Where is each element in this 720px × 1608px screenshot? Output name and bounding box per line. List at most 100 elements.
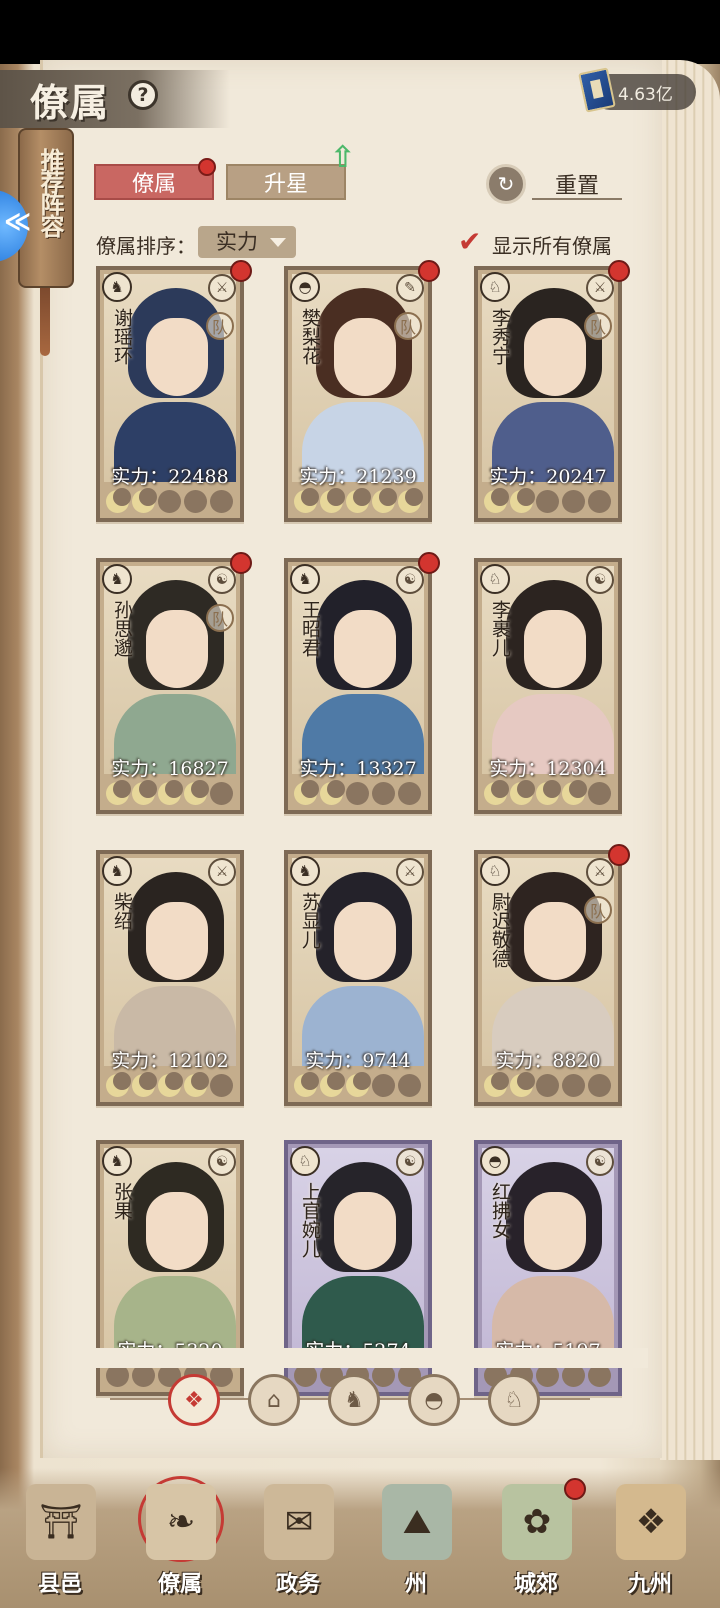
nav-item-2[interactable]: ❧ 僚属 xyxy=(130,1474,230,1604)
moon-empty-icon xyxy=(588,782,611,805)
power-value: 实力：12102 xyxy=(111,1050,229,1072)
map-scroll-icon: ❖ xyxy=(616,1484,686,1560)
subordinate-card[interactable]: 樊梨花 ◓ ✎ 队实力：21239 xyxy=(284,260,440,522)
tab-star-up[interactable]: 升星 xyxy=(226,164,346,200)
moon-empty-icon xyxy=(210,490,233,513)
star-rating xyxy=(484,488,614,514)
nav-label: 城郊 xyxy=(513,1571,558,1597)
portrait xyxy=(482,1148,614,1356)
moon-filled-icon xyxy=(132,780,157,805)
reset-button[interactable]: 重置 xyxy=(532,168,622,200)
skill-icon: ⚔ xyxy=(396,858,424,886)
county-gate-icon: ⛩ xyxy=(26,1484,96,1560)
team-badge: 队 xyxy=(394,312,422,340)
portrait-face xyxy=(146,1192,208,1270)
star-rating xyxy=(294,780,424,806)
portrait xyxy=(292,858,424,1066)
subordinate-name: 张果 xyxy=(111,1182,133,1220)
moon-empty-icon xyxy=(184,490,207,513)
portrait xyxy=(104,274,236,482)
category-icon: ♘ xyxy=(480,856,510,886)
subordinate-card[interactable]: 王昭君 ♞ ☯ 实力：13327 xyxy=(284,552,440,814)
moon-empty-icon xyxy=(210,782,233,805)
filter-monkey-icon[interactable]: ♞ xyxy=(328,1374,380,1426)
power-value: 实力：12304 xyxy=(489,758,607,780)
nav-item-1[interactable]: ⛩ 县邑 xyxy=(10,1474,110,1604)
moon-empty-icon xyxy=(210,1074,233,1097)
nav-item-3[interactable]: ✉ 政务 xyxy=(248,1474,348,1604)
subordinate-card[interactable]: 尉迟敬德 ♘ ⚔ 队实力：8820 xyxy=(474,844,630,1106)
subordinate-card[interactable]: 李裹儿 ♘ ☯ 实力：12304 xyxy=(474,558,622,814)
subordinate-card[interactable]: 李秀宁 ♘ ⚔ 队实力：20247 xyxy=(474,260,630,522)
scroll-portraits-icon: ❧ xyxy=(146,1484,216,1560)
category-icon: ◓ xyxy=(290,272,320,302)
skill-icon: ☯ xyxy=(586,566,614,594)
category-icon: ♘ xyxy=(290,1146,320,1176)
nav-item-4[interactable]: ⛰ 州 xyxy=(366,1474,466,1604)
category-icon: ♞ xyxy=(102,272,132,302)
star-rating xyxy=(484,1072,614,1098)
notification-dot xyxy=(608,260,630,282)
portrait-face xyxy=(334,902,396,980)
team-badge: 队 xyxy=(206,604,234,632)
nav-label: 州 xyxy=(404,1571,427,1597)
portrait xyxy=(104,1148,236,1356)
category-icon: ◓ xyxy=(480,1146,510,1176)
subordinate-name: 谢瑶环 xyxy=(111,308,133,365)
subordinate-name: 红拂女 xyxy=(489,1182,511,1239)
nav-item-5[interactable]: ✿ 城郊 xyxy=(486,1474,586,1604)
moon-filled-icon xyxy=(320,1072,345,1097)
power-value: 实力：16827 xyxy=(111,758,229,780)
subordinate-card[interactable]: 柴绍 ♞ ⚔ 实力：12102 xyxy=(96,850,244,1106)
show-all-checkbox[interactable]: ✔ xyxy=(458,228,488,256)
subordinate-card[interactable]: 孙思邈 ♞ ☯ 队实力：16827 xyxy=(96,552,252,814)
filter-fan-icon[interactable]: ◓ xyxy=(408,1374,460,1426)
team-badge: 队 xyxy=(584,312,612,340)
moon-empty-icon xyxy=(158,490,181,513)
notification-dot xyxy=(230,552,252,574)
filter-horse-icon[interactable]: ♘ xyxy=(488,1374,540,1426)
reset-icon[interactable]: ↻ xyxy=(486,164,526,204)
subordinate-card[interactable]: 苏显儿 ♞ ⚔ 实力：9744 xyxy=(284,850,432,1106)
moon-empty-icon xyxy=(372,782,395,805)
moon-empty-icon xyxy=(536,1074,559,1097)
team-badge: 队 xyxy=(206,312,234,340)
nav-item-6[interactable]: ❖ 九州 xyxy=(600,1474,700,1604)
moon-empty-icon xyxy=(536,490,559,513)
subordinate-name: 苏显儿 xyxy=(299,892,321,949)
documents-icon: ✉ xyxy=(264,1484,334,1560)
subordinate-card[interactable]: 谢瑶环 ♞ ⚔ 队实力：22488 xyxy=(96,260,252,522)
currency-value: 4.63亿 xyxy=(618,85,673,105)
upgrade-arrow-icon: ⇧ xyxy=(330,140,356,175)
tab-subordinates[interactable]: 僚属 xyxy=(94,164,214,200)
star-rating xyxy=(106,780,236,806)
moon-filled-icon xyxy=(510,780,535,805)
filter-all-icon[interactable]: ❖ xyxy=(168,1374,220,1426)
power-value: 实力：9744 xyxy=(305,1050,411,1072)
portrait xyxy=(104,858,236,1066)
moon-filled-icon xyxy=(294,1072,319,1097)
nav-label: 县邑 xyxy=(37,1571,82,1597)
portrait xyxy=(292,566,424,774)
star-rating xyxy=(294,488,424,514)
sort-dropdown[interactable]: 实力 xyxy=(198,226,296,258)
portrait-face xyxy=(146,902,208,980)
subordinate-name: 上官婉儿 xyxy=(299,1182,321,1258)
moon-filled-icon xyxy=(106,488,131,513)
help-icon[interactable]: ? xyxy=(128,80,158,110)
mountain-pavilion-icon: ⛰ xyxy=(382,1484,452,1560)
sort-label: 僚属排序： xyxy=(96,234,196,258)
notification-dot xyxy=(608,844,630,866)
moon-filled-icon xyxy=(294,488,319,513)
notification-dot xyxy=(418,552,440,574)
moon-filled-icon xyxy=(106,1072,131,1097)
team-badge: 队 xyxy=(584,896,612,924)
expand-icon: ≪ xyxy=(4,207,32,237)
show-all-label[interactable]: 显示所有僚属 xyxy=(492,230,612,259)
page-title: 僚属 xyxy=(30,80,111,125)
moon-filled-icon xyxy=(510,488,535,513)
portrait xyxy=(482,274,614,482)
moon-filled-icon xyxy=(562,780,587,805)
countryside-icon: ✿ xyxy=(502,1484,572,1560)
filter-pavilion-icon[interactable]: ⌂ xyxy=(248,1374,300,1426)
